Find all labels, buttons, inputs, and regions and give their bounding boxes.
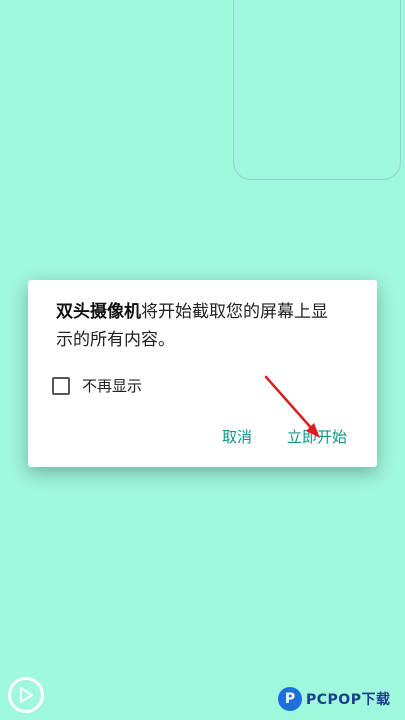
- start-now-button[interactable]: 立即开始: [287, 426, 347, 447]
- camera-preview-frame: [233, 0, 401, 180]
- dont-show-again-label: 不再显示: [82, 377, 143, 395]
- dialog-message: 双头摄像机将开始截取您的屏幕上显 示的所有内容。: [56, 298, 356, 354]
- play-button[interactable]: [8, 677, 44, 713]
- dont-show-again-row[interactable]: 不再显示: [52, 375, 142, 396]
- dont-show-again-checkbox[interactable]: [52, 376, 70, 395]
- message-text-line2: 示的所有内容。: [56, 330, 175, 350]
- watermark-text: PCPOP下载: [306, 692, 391, 708]
- play-icon: [20, 687, 33, 703]
- screen-capture-dialog: 双头摄像机将开始截取您的屏幕上显 示的所有内容。 不再显示 取消 立即开始: [28, 280, 377, 467]
- watermark: P PCPOP下载: [278, 682, 405, 716]
- app-name: 双头摄像机: [56, 302, 141, 322]
- watermark-logo-icon: P: [278, 687, 302, 711]
- message-text: 将开始截取您的屏幕上显: [141, 302, 328, 322]
- cancel-button[interactable]: 取消: [222, 426, 252, 447]
